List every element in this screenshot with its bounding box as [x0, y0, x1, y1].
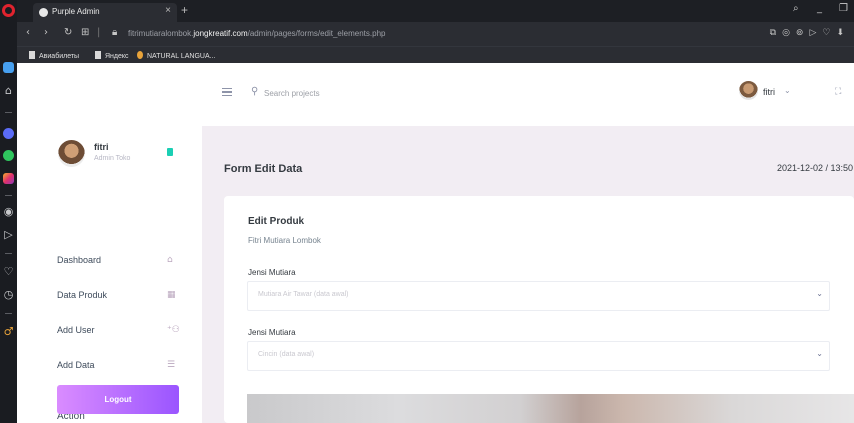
minimize-icon[interactable]: _ — [817, 3, 822, 14]
chevron-down-icon: ⌄ — [816, 289, 823, 298]
browser-tab[interactable]: Purple Admin × — [33, 3, 177, 22]
add-user-icon: ⁺⚇ — [167, 325, 180, 335]
page-title: Form Edit Data — [224, 163, 303, 175]
player-icon[interactable]: ◉ — [2, 205, 15, 218]
search-input[interactable] — [264, 85, 464, 101]
home-icon: ⌂ — [167, 255, 173, 265]
workspace-icon[interactable] — [3, 62, 14, 73]
pinboard-icon[interactable]: ♂ — [2, 325, 15, 338]
jenis-produk-select[interactable]: Cincin (data awal) ⌄ — [247, 341, 830, 371]
card-title: Edit Produk — [248, 216, 305, 227]
sidebar: fitri Admin Toko Dashboard ⌂ Data Produk… — [17, 126, 202, 423]
main-content: Form Edit Data 2021-12-02 / 13:50 Edit P… — [202, 126, 854, 423]
sidebar-item-data-produk[interactable]: Data Produk ▦ — [17, 286, 202, 308]
history-icon[interactable]: ◷ — [2, 288, 15, 301]
bookmark-label: NATURAL LANGUA... — [147, 53, 216, 60]
url-domain: jongkreatif.com — [193, 29, 248, 38]
url-field[interactable]: fitrimutiaralombok.jongkreatif.com/admin… — [128, 29, 385, 38]
heart-icon[interactable]: ♡ — [2, 265, 15, 278]
profile-role: Admin Toko — [94, 155, 131, 162]
url-path: /admin/pages/forms/edit_elements.php — [247, 29, 386, 38]
brand-area — [17, 63, 202, 126]
top-navbar: ⚲ fitri ⌄ ⛶ — [17, 63, 854, 126]
bookmark-label: Яндекс — [105, 53, 129, 60]
opera-logo-icon[interactable] — [2, 4, 15, 17]
bookmark-item[interactable]: NATURAL LANGUA... — [137, 51, 215, 60]
globe-icon — [137, 51, 143, 59]
list-icon: ☰ — [167, 360, 176, 370]
sidebar-item-label: Data Produk — [57, 290, 108, 300]
jenis-mutiara-select[interactable]: Mutiara Air Tawar (data awal) ⌄ — [247, 281, 830, 311]
bookmark-item[interactable]: Яндекс — [95, 51, 129, 60]
divider — [5, 112, 12, 113]
page-datetime: 2021-12-02 / 13:50 — [776, 163, 853, 173]
send-icon[interactable]: ▷ — [2, 228, 15, 241]
address-actions-icons[interactable]: ⧉◎⊚▷♡⬇ — [770, 28, 850, 38]
product-image — [247, 394, 854, 423]
sidebar-item-label: Add User — [57, 325, 95, 335]
table-icon: ▦ — [167, 290, 176, 300]
sidebar-item-add-data[interactable]: Add Data ☰ — [17, 356, 202, 378]
bookmark-label: Авиабилеты — [39, 53, 80, 60]
field-label: Jensi Mutiara — [248, 268, 296, 277]
fullscreen-icon[interactable]: ⛶ — [835, 87, 841, 97]
favicon-icon — [39, 8, 48, 17]
card-subtitle: Fitri Mutiara Lombok — [248, 236, 321, 245]
avatar[interactable] — [739, 81, 758, 100]
tab-bar: Purple Admin × + ⌕ _ ❐ — [17, 0, 854, 22]
divider: | — [97, 27, 101, 38]
divider — [5, 313, 12, 314]
restore-icon[interactable]: ❐ — [839, 3, 848, 14]
sidebar-item-dashboard[interactable]: Dashboard ⌂ — [17, 251, 202, 273]
forward-icon[interactable]: › — [44, 27, 48, 38]
sidebar-item-add-user[interactable]: Add User ⁺⚇ — [17, 321, 202, 343]
address-bar: ‹ › ↻ ⊞ | 🔒︎ fitrimutiaralombok.jongkrea… — [17, 22, 854, 46]
navbar-username[interactable]: fitri — [763, 87, 775, 97]
new-tab-icon[interactable]: + — [181, 3, 188, 17]
bookmark-icon — [95, 51, 101, 59]
logout-button[interactable]: Logout — [57, 385, 179, 414]
whatsapp-icon[interactable] — [3, 150, 14, 161]
web-page: ⚲ fitri ⌄ ⛶ fitri Admin Toko Dashboard ⌂… — [17, 63, 854, 423]
profile-name[interactable]: fitri — [94, 142, 109, 152]
back-icon[interactable]: ‹ — [26, 27, 30, 38]
divider — [5, 253, 12, 254]
sidebar-item-label: Add Data — [57, 360, 95, 370]
chevron-down-icon[interactable]: ⌄ — [784, 86, 791, 95]
tab-title: Purple Admin — [52, 7, 100, 16]
select-value: Mutiara Air Tawar (data awal) — [258, 291, 349, 298]
field-label: Jensi Mutiara — [248, 328, 296, 337]
sidebar-item-label: Dashboard — [57, 255, 102, 265]
home-icon[interactable]: ⌂ — [2, 84, 15, 97]
bookmark-item[interactable]: Авиабилеты — [29, 51, 79, 60]
messenger-icon[interactable] — [3, 128, 14, 139]
speed-dial-icon[interactable]: ⊞ — [81, 27, 89, 38]
search-icon: ⚲ — [251, 86, 259, 97]
chevron-down-icon: ⌄ — [816, 349, 823, 358]
lock-icon[interactable]: 🔒︎ — [112, 27, 117, 38]
edit-product-card: Edit Produk Fitri Mutiara Lombok Jensi M… — [224, 196, 854, 423]
instagram-icon[interactable] — [3, 173, 14, 184]
search-tabs-icon[interactable]: ⌕ — [793, 3, 799, 14]
url-prefix: fitrimutiaralombok. — [128, 29, 194, 38]
divider — [5, 195, 12, 196]
opera-sidebar: ⌂ ◉ ▷ ♡ ◷ ♂ — [0, 0, 17, 423]
bookmark-badge-icon — [167, 148, 173, 156]
bookmark-icon — [29, 51, 35, 59]
profile-avatar[interactable] — [58, 140, 85, 167]
reload-icon[interactable]: ↻ — [64, 27, 72, 38]
menu-toggle-icon[interactable] — [222, 88, 232, 96]
select-value: Cincin (data awal) — [258, 351, 315, 358]
bookmarks-bar: Авиабилеты Яндекс NATURAL LANGUA... — [17, 46, 854, 63]
close-tab-icon[interactable]: × — [165, 5, 171, 16]
